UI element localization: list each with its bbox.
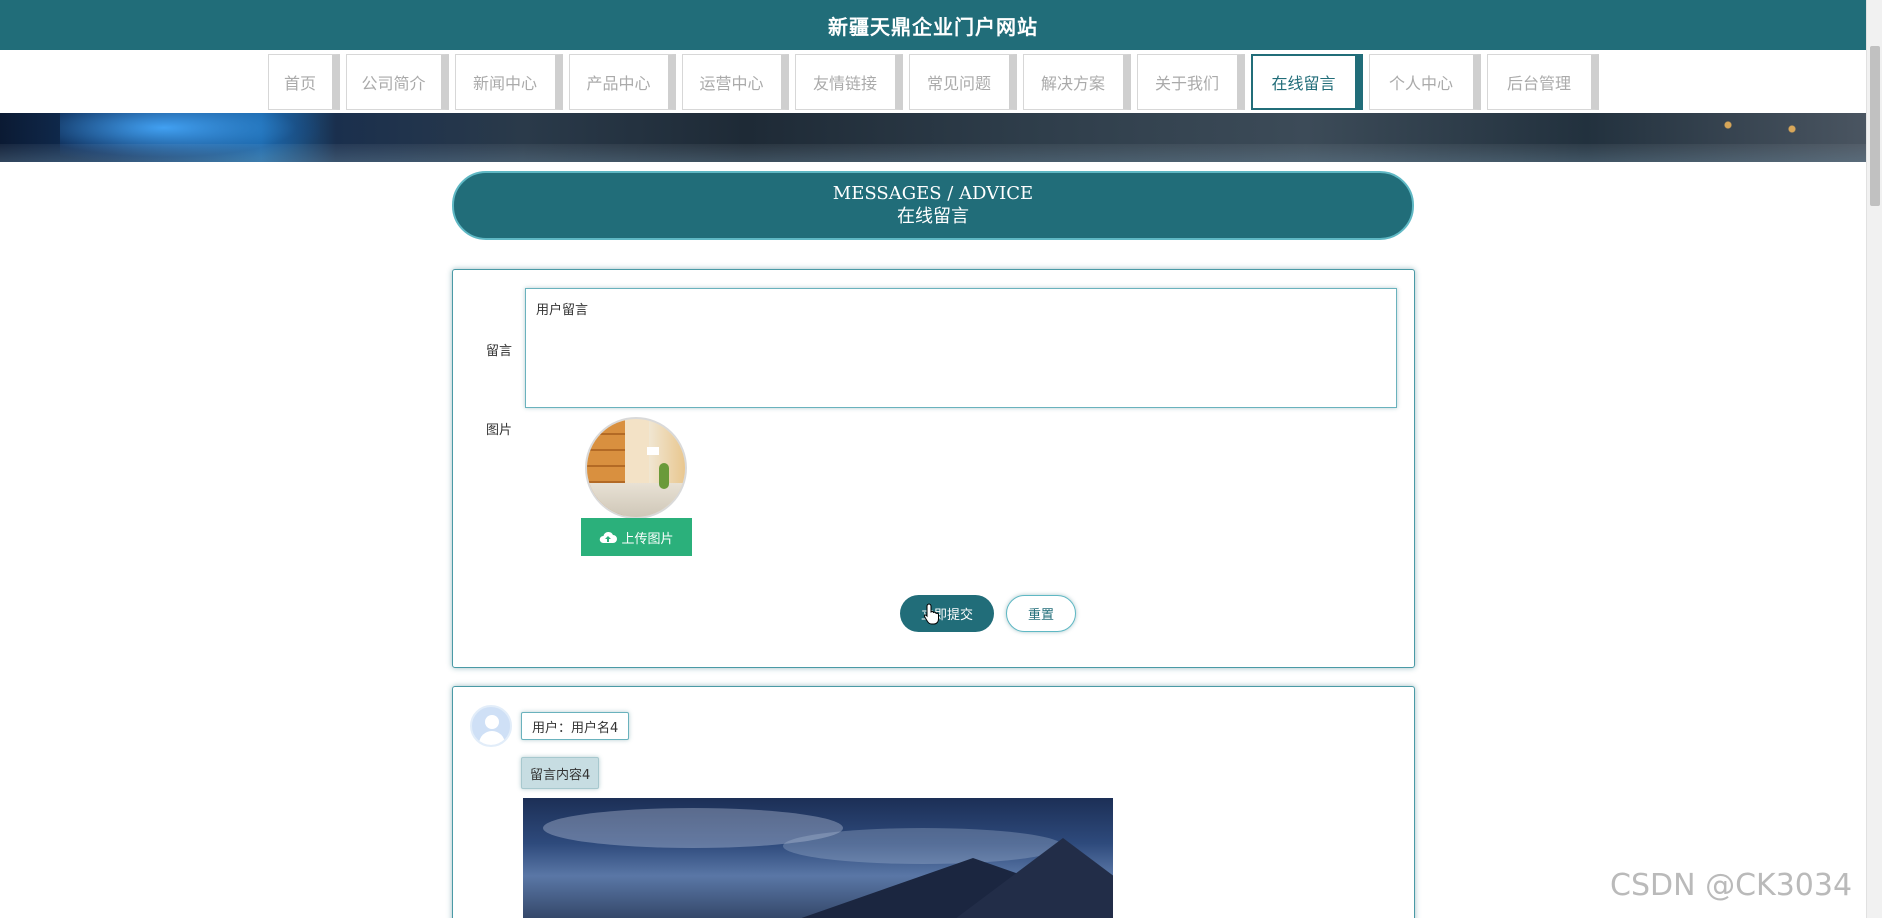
message-textarea[interactable]: 用户留言 — [525, 288, 1397, 408]
nav-item-products[interactable]: 产品中心 — [568, 53, 676, 110]
scrollbar-thumb[interactable] — [1870, 46, 1880, 206]
nav-item-operations[interactable]: 运营中心 — [681, 53, 789, 110]
nav-item-home[interactable]: 首页 — [267, 53, 340, 110]
nav-item-messages[interactable]: 在线留言 — [1250, 53, 1363, 110]
nav-label: 在线留言 — [1271, 73, 1336, 93]
nav-item-profile[interactable]: 个人中心 — [1368, 53, 1481, 110]
message-image — [523, 798, 1113, 918]
nav-item-solutions[interactable]: 解决方案 — [1022, 53, 1131, 110]
site-title: 新疆天鼎企业门户网站 — [828, 14, 1038, 39]
nav-label: 解决方案 — [1040, 73, 1105, 93]
nav-label: 首页 — [283, 73, 316, 93]
submit-button[interactable]: 立即提交 — [900, 595, 994, 632]
nav-item-news[interactable]: 新闻中心 — [454, 53, 563, 110]
reset-label: 重置 — [1027, 607, 1054, 622]
nav-label: 关于我们 — [1154, 73, 1219, 93]
banner-image — [0, 113, 1866, 162]
hand-cursor-icon — [923, 603, 939, 625]
nav-item-company[interactable]: 公司简介 — [345, 53, 449, 110]
nav-label: 友情链接 — [812, 73, 877, 93]
vertical-scrollbar[interactable] — [1866, 0, 1882, 918]
main-nav: 首页 公司简介 新闻中心 产品中心 运营中心 友情链接 常见问题 解决方案 关于… — [0, 50, 1866, 113]
nav-item-about[interactable]: 关于我们 — [1136, 53, 1245, 110]
image-label: 图片 — [486, 423, 513, 438]
message-content: 留言内容4 — [521, 757, 600, 789]
nav-label: 后台管理 — [1506, 73, 1571, 93]
message-label: 留言 — [486, 344, 513, 359]
uploaded-image-preview — [585, 417, 687, 519]
section-title-cn: 在线留言 — [897, 205, 969, 227]
section-heading: MESSAGES / ADVICE 在线留言 — [452, 171, 1414, 240]
nav-item-links[interactable]: 友情链接 — [794, 53, 903, 110]
page: 新疆天鼎企业门户网站 首页 公司简介 新闻中心 产品中心 运营中心 友情链接 常… — [0, 0, 1882, 918]
message-form: 留言 用户留言 图片 上传图片 立即提交 重置 — [452, 269, 1415, 668]
upload-image-label: 上传图片 — [621, 530, 674, 546]
avatar — [470, 705, 512, 747]
nav-label: 个人中心 — [1388, 73, 1453, 93]
nav-label: 运营中心 — [699, 73, 764, 93]
nav-label: 公司简介 — [361, 73, 426, 93]
message-user: 用户：用户名4 — [521, 712, 630, 740]
nav-item-admin[interactable]: 后台管理 — [1486, 53, 1599, 110]
nav-label: 常见问题 — [926, 73, 991, 93]
watermark: CSDN @CK3034 — [1610, 868, 1853, 903]
upload-image-button[interactable]: 上传图片 — [581, 518, 692, 556]
cloud-upload-icon — [600, 531, 618, 543]
nav-label: 新闻中心 — [472, 73, 537, 93]
nav-label: 产品中心 — [586, 73, 651, 93]
section-title-en: MESSAGES / ADVICE — [832, 182, 1034, 204]
reset-button[interactable]: 重置 — [1006, 595, 1076, 632]
message-list: 用户：用户名4 留言内容4 — [452, 686, 1415, 918]
nav-item-faq[interactable]: 常见问题 — [908, 53, 1017, 110]
site-header: 新疆天鼎企业门户网站 — [0, 0, 1866, 50]
